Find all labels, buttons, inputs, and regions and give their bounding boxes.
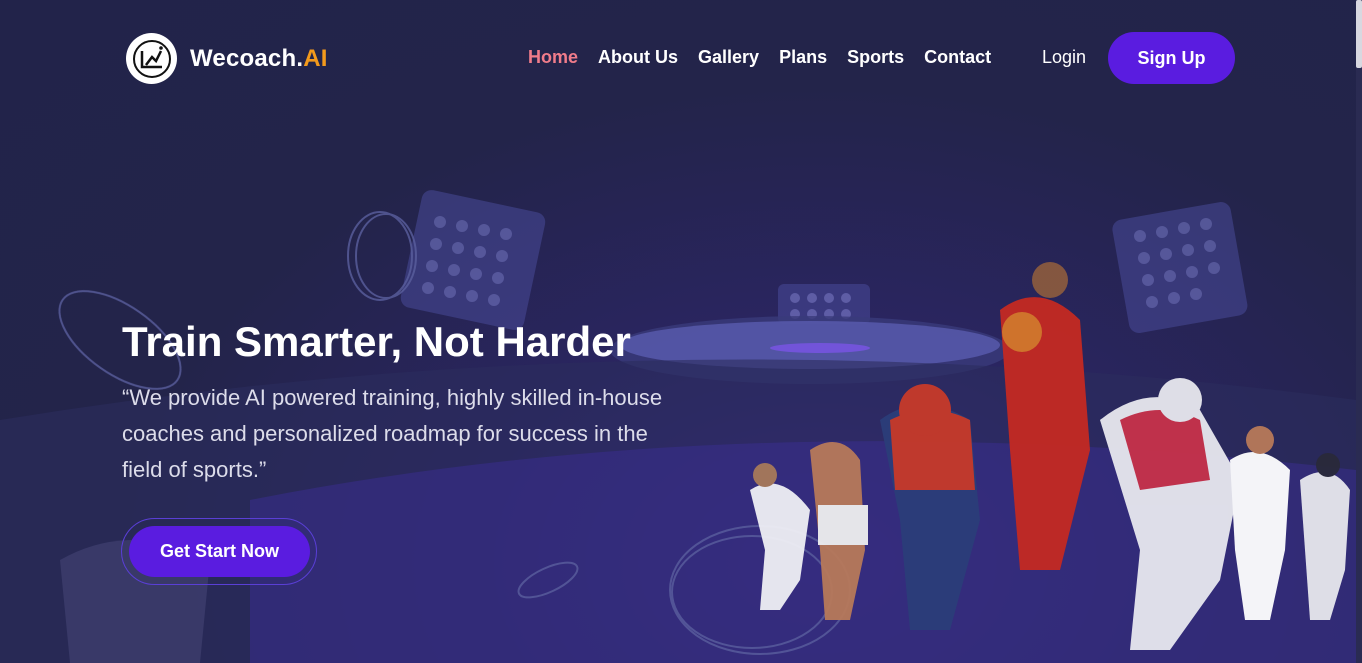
scrollbar-thumb[interactable] [1356, 0, 1362, 68]
brand-logo[interactable]: Wecoach.AI [126, 33, 328, 84]
login-link[interactable]: Login [1042, 47, 1086, 68]
get-start-now-button[interactable]: Get Start Now [129, 526, 310, 577]
athletes-illustration [750, 262, 1350, 650]
landing-page: Wecoach.AI Home About Us Gallery Plans S… [0, 0, 1362, 663]
nav-gallery[interactable]: Gallery [698, 47, 759, 68]
main-nav: Home About Us Gallery Plans Sports Conta… [528, 47, 991, 68]
floodlight-left-icon [400, 190, 546, 330]
nav-sports[interactable]: Sports [847, 47, 904, 68]
nav-home[interactable]: Home [528, 47, 578, 68]
nav-about-us[interactable]: About Us [598, 47, 678, 68]
site-header: Wecoach.AI Home About Us Gallery Plans S… [0, 0, 1356, 118]
brand-name: Wecoach.AI [190, 44, 328, 72]
nav-contact[interactable]: Contact [924, 47, 991, 68]
scrollbar-track[interactable] [1356, 0, 1362, 663]
hero-title: Train Smarter, Not Harder [122, 318, 631, 365]
brand-accent: AI [303, 44, 328, 72]
sign-up-button[interactable]: Sign Up [1108, 32, 1235, 84]
hero-description: “We provide AI powered training, highly … [122, 385, 663, 482]
nav-plans[interactable]: Plans [779, 47, 827, 68]
wecoach-logo-icon [126, 33, 177, 84]
